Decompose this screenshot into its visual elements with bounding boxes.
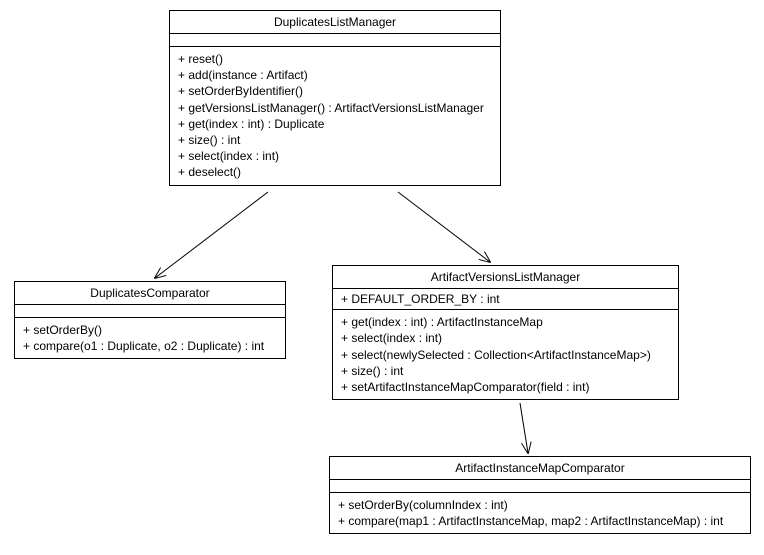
operation: + compare(o1 : Duplicate, o2 : Duplicate… [23,338,277,354]
class-title: ArtifactInstanceMapComparator [330,457,750,480]
class-operations: + get(index : int) : ArtifactInstanceMap… [333,310,678,399]
operation: + setArtifactInstanceMapComparator(field… [341,379,670,395]
class-title: ArtifactVersionsListManager [333,266,678,289]
operation: + compare(map1 : ArtifactInstanceMap, ma… [338,513,742,529]
operation: + get(index : int) : ArtifactInstanceMap [341,314,670,330]
operation: + setOrderBy(columnIndex : int) [338,497,742,513]
class-artifact-versions-list-manager: ArtifactVersionsListManager + DEFAULT_OR… [332,265,679,400]
operation: + get(index : int) : Duplicate [178,116,492,132]
relation-dlm-avlm [398,192,490,262]
operation: + setOrderByIdentifier() [178,83,492,99]
operation: + select(index : int) [178,148,492,164]
class-attributes: + DEFAULT_ORDER_BY : int [333,289,678,310]
operation: + deselect() [178,164,492,180]
operation: + size() : int [178,132,492,148]
operation: + size() : int [341,363,670,379]
operation: + getVersionsListManager() : ArtifactVer… [178,100,492,116]
operation: + reset() [178,51,492,67]
class-attributes [15,305,285,318]
class-duplicates-list-manager: DuplicatesListManager + reset() + add(in… [169,10,501,186]
class-operations: + setOrderBy() + compare(o1 : Duplicate,… [15,318,285,358]
attribute: + DEFAULT_ORDER_BY : int [341,291,670,307]
operation: + add(instance : Artifact) [178,67,492,83]
uml-canvas: DuplicatesListManager + reset() + add(in… [0,0,764,555]
relation-avlm-aimc [520,403,528,453]
class-duplicates-comparator: DuplicatesComparator + setOrderBy() + co… [14,281,286,359]
relation-dlm-dc [155,192,268,278]
class-attributes [330,480,750,493]
class-title: DuplicatesListManager [170,11,500,34]
class-title: DuplicatesComparator [15,282,285,305]
operation: + select(index : int) [341,330,670,346]
class-operations: + reset() + add(instance : Artifact) + s… [170,47,500,185]
operation: + setOrderBy() [23,322,277,338]
class-artifact-instance-map-comparator: ArtifactInstanceMapComparator + setOrder… [329,456,751,534]
class-attributes [170,34,500,47]
class-operations: + setOrderBy(columnIndex : int) + compar… [330,493,750,533]
operation: + select(newlySelected : Collection<Arti… [341,347,670,363]
